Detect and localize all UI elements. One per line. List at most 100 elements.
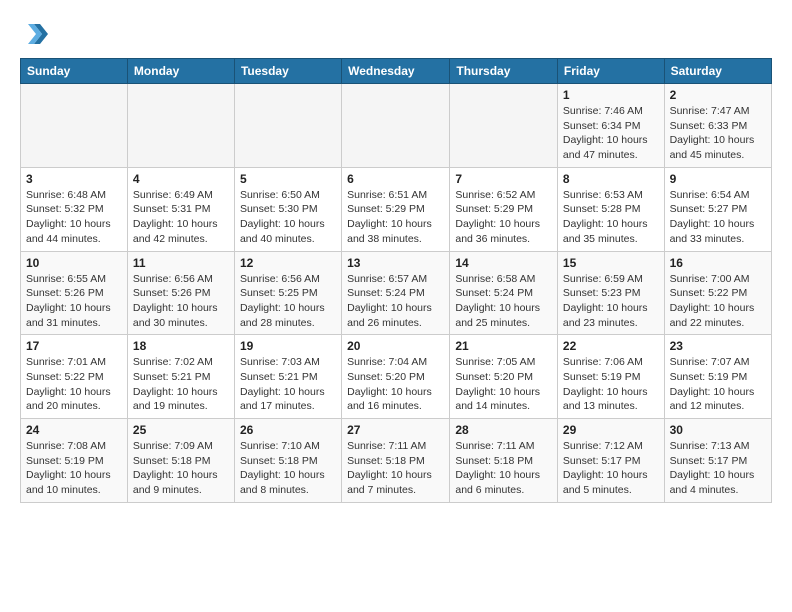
calendar-cell: 21 Sunrise: 7:05 AM Sunset: 5:20 PM Dayli… [450, 335, 558, 419]
calendar-cell: 27 Sunrise: 7:11 AM Sunset: 5:18 PM Dayli… [342, 419, 450, 503]
calendar-cell: 2Sunrise: 7:47 AM Sunset: 6:33 PM Daylig… [664, 84, 771, 168]
calendar-cell: 15Sunrise: 6:59 AM Sunset: 5:23 PM Dayli… [557, 251, 664, 335]
day-info: Sunrise: 7:04 AM Sunset: 5:20 PM Dayligh… [347, 355, 444, 414]
day-number: 30 [670, 423, 766, 437]
day-info: Sunrise: 7:46 AM Sunset: 6:34 PM Dayligh… [563, 104, 659, 163]
calendar-cell: 24 Sunrise: 7:08 AM Sunset: 5:19 PM Dayli… [21, 419, 128, 503]
day-number: 21 [455, 339, 552, 353]
day-info: Sunrise: 7:09 AM Sunset: 5:18 PM Dayligh… [133, 439, 229, 498]
day-number: 23 [670, 339, 766, 353]
day-info: Sunrise: 7:00 AM Sunset: 5:22 PM Dayligh… [670, 272, 766, 331]
weekday-header-sunday: Sunday [21, 59, 128, 84]
day-info: Sunrise: 7:12 AM Sunset: 5:17 PM Dayligh… [563, 439, 659, 498]
weekday-header-thursday: Thursday [450, 59, 558, 84]
day-info: Sunrise: 6:51 AM Sunset: 5:29 PM Dayligh… [347, 188, 444, 247]
day-info: Sunrise: 6:52 AM Sunset: 5:29 PM Dayligh… [455, 188, 552, 247]
day-info: Sunrise: 6:55 AM Sunset: 5:26 PM Dayligh… [26, 272, 122, 331]
day-info: Sunrise: 7:47 AM Sunset: 6:33 PM Dayligh… [670, 104, 766, 163]
day-number: 4 [133, 172, 229, 186]
day-number: 8 [563, 172, 659, 186]
day-number: 16 [670, 256, 766, 270]
day-info: Sunrise: 7:11 AM Sunset: 5:18 PM Dayligh… [347, 439, 444, 498]
day-info: Sunrise: 6:56 AM Sunset: 5:25 PM Dayligh… [240, 272, 336, 331]
day-number: 26 [240, 423, 336, 437]
day-info: Sunrise: 6:50 AM Sunset: 5:30 PM Dayligh… [240, 188, 336, 247]
calendar-body: 1 Sunrise: 7:46 AM Sunset: 6:34 PM Daylig… [21, 84, 772, 503]
day-number: 14 [455, 256, 552, 270]
day-number: 5 [240, 172, 336, 186]
calendar-week-5: 24 Sunrise: 7:08 AM Sunset: 5:19 PM Dayli… [21, 419, 772, 503]
day-info: Sunrise: 6:49 AM Sunset: 5:31 PM Dayligh… [133, 188, 229, 247]
day-number: 1 [563, 88, 659, 102]
calendar-cell: 8 Sunrise: 6:53 AM Sunset: 5:28 PM Daylig… [557, 167, 664, 251]
day-info: Sunrise: 7:05 AM Sunset: 5:20 PM Dayligh… [455, 355, 552, 414]
day-info: Sunrise: 7:13 AM Sunset: 5:17 PM Dayligh… [670, 439, 766, 498]
calendar-cell: 19 Sunrise: 7:03 AM Sunset: 5:21 PM Dayli… [234, 335, 341, 419]
calendar-cell: 29 Sunrise: 7:12 AM Sunset: 5:17 PM Dayli… [557, 419, 664, 503]
calendar-cell: 7 Sunrise: 6:52 AM Sunset: 5:29 PM Daylig… [450, 167, 558, 251]
calendar-cell: 30 Sunrise: 7:13 AM Sunset: 5:17 PM Dayli… [664, 419, 771, 503]
calendar-week-3: 10 Sunrise: 6:55 AM Sunset: 5:26 PM Dayli… [21, 251, 772, 335]
day-number: 3 [26, 172, 122, 186]
logo [20, 20, 52, 48]
day-info: Sunrise: 7:03 AM Sunset: 5:21 PM Dayligh… [240, 355, 336, 414]
day-number: 13 [347, 256, 444, 270]
calendar-cell: 16 Sunrise: 7:00 AM Sunset: 5:22 PM Dayli… [664, 251, 771, 335]
calendar-cell: 3 Sunrise: 6:48 AM Sunset: 5:32 PM Daylig… [21, 167, 128, 251]
day-number: 25 [133, 423, 229, 437]
day-number: 18 [133, 339, 229, 353]
day-number: 29 [563, 423, 659, 437]
day-number: 10 [26, 256, 122, 270]
calendar-cell [21, 84, 128, 168]
calendar-cell: 9Sunrise: 6:54 AM Sunset: 5:27 PM Daylig… [664, 167, 771, 251]
weekday-header-tuesday: Tuesday [234, 59, 341, 84]
weekday-header-monday: Monday [127, 59, 234, 84]
day-number: 6 [347, 172, 444, 186]
calendar-cell [342, 84, 450, 168]
calendar-cell: 18 Sunrise: 7:02 AM Sunset: 5:21 PM Dayli… [127, 335, 234, 419]
day-info: Sunrise: 7:08 AM Sunset: 5:19 PM Dayligh… [26, 439, 122, 498]
calendar-cell [127, 84, 234, 168]
day-info: Sunrise: 6:54 AM Sunset: 5:27 PM Dayligh… [670, 188, 766, 247]
day-number: 7 [455, 172, 552, 186]
header [20, 16, 772, 48]
day-number: 24 [26, 423, 122, 437]
calendar-cell: 17 Sunrise: 7:01 AM Sunset: 5:22 PM Dayli… [21, 335, 128, 419]
day-number: 17 [26, 339, 122, 353]
calendar-cell: 26 Sunrise: 7:10 AM Sunset: 5:18 PM Dayli… [234, 419, 341, 503]
day-number: 22 [563, 339, 659, 353]
logo-icon [20, 20, 48, 48]
calendar-cell: 13 Sunrise: 6:57 AM Sunset: 5:24 PM Dayli… [342, 251, 450, 335]
calendar-cell [234, 84, 341, 168]
day-info: Sunrise: 7:06 AM Sunset: 5:19 PM Dayligh… [563, 355, 659, 414]
calendar-cell: 10 Sunrise: 6:55 AM Sunset: 5:26 PM Dayli… [21, 251, 128, 335]
day-number: 11 [133, 256, 229, 270]
day-number: 28 [455, 423, 552, 437]
calendar-cell: 28 Sunrise: 7:11 AM Sunset: 5:18 PM Dayli… [450, 419, 558, 503]
day-info: Sunrise: 7:01 AM Sunset: 5:22 PM Dayligh… [26, 355, 122, 414]
day-info: Sunrise: 6:53 AM Sunset: 5:28 PM Dayligh… [563, 188, 659, 247]
calendar-cell: 20 Sunrise: 7:04 AM Sunset: 5:20 PM Dayli… [342, 335, 450, 419]
calendar-cell: 11 Sunrise: 6:56 AM Sunset: 5:26 PM Dayli… [127, 251, 234, 335]
day-number: 12 [240, 256, 336, 270]
calendar-cell: 14Sunrise: 6:58 AM Sunset: 5:24 PM Dayli… [450, 251, 558, 335]
day-info: Sunrise: 6:48 AM Sunset: 5:32 PM Dayligh… [26, 188, 122, 247]
day-number: 27 [347, 423, 444, 437]
calendar-cell [450, 84, 558, 168]
day-number: 15 [563, 256, 659, 270]
weekday-header-friday: Friday [557, 59, 664, 84]
weekday-header-saturday: Saturday [664, 59, 771, 84]
calendar-week-2: 3 Sunrise: 6:48 AM Sunset: 5:32 PM Daylig… [21, 167, 772, 251]
day-info: Sunrise: 6:56 AM Sunset: 5:26 PM Dayligh… [133, 272, 229, 331]
day-info: Sunrise: 7:02 AM Sunset: 5:21 PM Dayligh… [133, 355, 229, 414]
day-info: Sunrise: 7:10 AM Sunset: 5:18 PM Dayligh… [240, 439, 336, 498]
calendar-cell: 1 Sunrise: 7:46 AM Sunset: 6:34 PM Daylig… [557, 84, 664, 168]
day-info: Sunrise: 7:11 AM Sunset: 5:18 PM Dayligh… [455, 439, 552, 498]
calendar-week-4: 17 Sunrise: 7:01 AM Sunset: 5:22 PM Dayli… [21, 335, 772, 419]
day-number: 19 [240, 339, 336, 353]
weekday-header-wednesday: Wednesday [342, 59, 450, 84]
calendar-table: SundayMondayTuesdayWednesdayThursdayFrid… [20, 58, 772, 503]
calendar-cell: 4 Sunrise: 6:49 AM Sunset: 5:31 PM Daylig… [127, 167, 234, 251]
day-number: 20 [347, 339, 444, 353]
day-info: Sunrise: 6:57 AM Sunset: 5:24 PM Dayligh… [347, 272, 444, 331]
